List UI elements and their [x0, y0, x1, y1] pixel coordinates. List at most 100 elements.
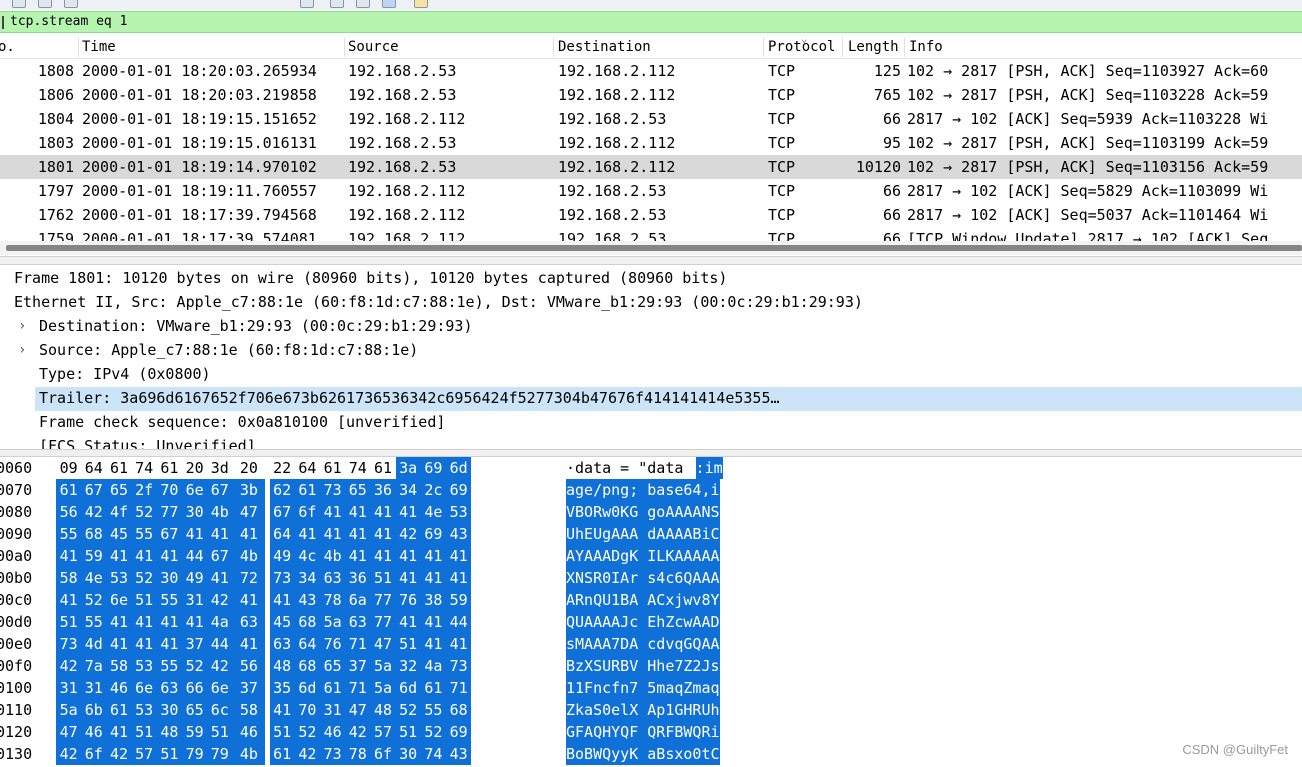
hex-byte[interactable]: 42: [345, 721, 371, 743]
hex-byte[interactable]: 6d: [294, 677, 320, 699]
hex-byte[interactable]: 31: [81, 677, 107, 699]
hex-ascii-selected[interactable]: sMAAA7DA cdvqGQAA: [566, 633, 720, 655]
hex-byte[interactable]: 41: [370, 501, 396, 523]
packet-row[interactable]: 1759 2000-01-01 18:17:39.574081 192.168.…: [0, 227, 1302, 241]
hex-byte[interactable]: 41: [207, 567, 233, 589]
hex-byte[interactable]: 47: [56, 721, 82, 743]
hex-byte[interactable]: 41: [106, 721, 132, 743]
hex-byte[interactable]: 55: [131, 523, 157, 545]
scrollbar-thumb[interactable]: [6, 245, 1302, 251]
display-filter-input[interactable]: [10, 14, 1210, 30]
hex-row[interactable]: 0090 55 68 45 55 67 41 41 41 64 41 41 41 41 42 69 43 UhEU…: [0, 523, 1302, 545]
detail-item-fcs[interactable]: Frame check sequence: 0x0a810100 [unveri…: [0, 411, 1302, 435]
hex-byte[interactable]: 62: [269, 479, 295, 501]
hex-byte[interactable]: 6b: [81, 699, 107, 721]
hex-byte[interactable]: 61: [106, 457, 131, 479]
hex-row[interactable]: 00f0 42 7a 58 53 55 52 42 56 48 68 65 37 5a 32 4a 73 BzXS…: [0, 655, 1302, 677]
column-separator[interactable]: [344, 38, 345, 57]
hex-byte[interactable]: 4e: [81, 567, 107, 589]
hex-byte[interactable]: 74: [345, 457, 370, 479]
hex-byte[interactable]: 41: [420, 611, 446, 633]
hex-ascii-selected[interactable]: VBORw0KG goAAAANS: [566, 501, 720, 523]
hex-byte[interactable]: 51: [156, 743, 182, 765]
hex-byte[interactable]: 41: [207, 523, 233, 545]
hex-byte[interactable]: 3d: [207, 457, 232, 479]
hex-byte[interactable]: 41: [106, 545, 132, 567]
hex-byte[interactable]: 41: [106, 633, 132, 655]
hex-ascii-selected[interactable]: BzXSURBV Hhe7Z2Js: [566, 655, 720, 677]
hex-byte[interactable]: 68: [294, 611, 320, 633]
hex-byte[interactable]: 41: [182, 611, 208, 633]
hex-byte[interactable]: 41: [370, 523, 396, 545]
hex-byte[interactable]: 65: [345, 479, 371, 501]
hex-byte[interactable]: 67: [81, 479, 107, 501]
hex-byte[interactable]: 64: [81, 457, 106, 479]
hex-byte[interactable]: 44: [207, 633, 233, 655]
packet-row[interactable]: 1804 2000-01-01 18:19:15.151652 192.168.…: [0, 107, 1302, 131]
hex-byte[interactable]: 77: [156, 501, 182, 523]
hex-byte[interactable]: 41: [320, 501, 346, 523]
hex-byte[interactable]: 41: [269, 699, 295, 721]
hex-byte[interactable]: 70: [294, 699, 320, 721]
hex-byte[interactable]: 4c: [294, 545, 320, 567]
hex-byte[interactable]: 61: [320, 677, 346, 699]
hex-byte[interactable]: 2f: [131, 479, 157, 501]
hex-byte[interactable]: 61: [370, 457, 395, 479]
hex-byte[interactable]: 73: [320, 743, 346, 765]
hex-byte[interactable]: 52: [420, 721, 446, 743]
chevron-right-icon[interactable]: ›: [18, 342, 26, 358]
hex-byte[interactable]: 74: [132, 457, 157, 479]
hex-byte[interactable]: 67: [207, 479, 233, 501]
hex-byte[interactable]: 4d: [81, 633, 107, 655]
hex-byte[interactable]: 69: [446, 721, 472, 743]
close-file-icon[interactable]: [64, 0, 78, 8]
hex-byte[interactable]: 59: [182, 721, 208, 743]
hex-byte[interactable]: 41: [395, 545, 421, 567]
hex-byte[interactable]: 3a: [395, 457, 421, 479]
hex-byte[interactable]: 71: [345, 633, 371, 655]
hex-byte[interactable]: 78: [345, 743, 371, 765]
hex-byte[interactable]: 63: [345, 611, 371, 633]
chevron-right-icon[interactable]: ›: [18, 318, 26, 334]
hex-byte[interactable]: 41: [232, 589, 266, 611]
hex-ascii-selected[interactable]: age/png; base64,i: [566, 479, 720, 501]
hex-byte[interactable]: 47: [370, 633, 396, 655]
hex-byte[interactable]: 4b: [320, 545, 346, 567]
hex-byte[interactable]: 58: [232, 699, 266, 721]
hex-byte[interactable]: 51: [395, 721, 421, 743]
hex-byte[interactable]: 42: [395, 523, 421, 545]
hex-byte[interactable]: 61: [56, 479, 82, 501]
hex-byte[interactable]: 64: [294, 633, 320, 655]
hex-byte[interactable]: 73: [269, 567, 295, 589]
hex-byte[interactable]: 55: [56, 523, 82, 545]
hex-row[interactable]: 0070 61 67 65 2f 70 6e 67 3b 62 61 73 65 36 34 2c 69 age/…: [0, 479, 1302, 501]
detail-item-destination[interactable]: › Destination: VMware_b1:29:93 (00:0c:29…: [0, 315, 1302, 339]
hex-byte[interactable]: 41: [232, 523, 266, 545]
hex-row[interactable]: 00a0 41 59 41 41 41 44 67 4b 49 4c 4b 41 41 41 41 41 AYAA…: [0, 545, 1302, 567]
hex-byte[interactable]: 31: [182, 589, 208, 611]
hex-byte[interactable]: 5a: [56, 699, 82, 721]
hex-byte[interactable]: 56: [56, 501, 82, 523]
hex-byte[interactable]: 56: [232, 655, 266, 677]
hex-row[interactable]: 0100 31 31 46 6e 63 66 6e 37 35 6d 61 71 5a 6d 61 71 11Fn…: [0, 677, 1302, 699]
hex-byte[interactable]: 41: [345, 501, 371, 523]
column-header-source[interactable]: Source: [348, 39, 399, 55]
hex-byte[interactable]: 6e: [207, 677, 233, 699]
detail-item-fcs-status[interactable]: [FCS Status: Unverified]: [0, 435, 1302, 449]
hex-row[interactable]: 00c0 41 52 6e 51 55 31 42 41 41 43 78 6a 77 76 38 59 ARnQ…: [0, 589, 1302, 611]
hex-byte[interactable]: 42: [56, 743, 82, 765]
hex-byte[interactable]: 36: [370, 479, 396, 501]
hex-byte[interactable]: 6f: [81, 743, 107, 765]
column-header-length[interactable]: Length: [848, 39, 899, 55]
hex-byte[interactable]: 52: [81, 589, 107, 611]
hex-byte[interactable]: 41: [395, 611, 421, 633]
hex-byte[interactable]: 70: [156, 479, 182, 501]
packet-row[interactable]: 1806 2000-01-01 18:20:03.219858 192.168.…: [0, 83, 1302, 107]
hex-byte[interactable]: 61: [106, 699, 132, 721]
detail-item-ethernet[interactable]: Ethernet II, Src: Apple_c7:88:1e (60:f8:…: [0, 291, 1302, 315]
hex-byte[interactable]: 79: [207, 743, 233, 765]
hex-byte[interactable]: 67: [156, 523, 182, 545]
hex-row[interactable]: 0060 09 64 61 74 61 20 3d 20 22 64 61 74 61 3a 69 6d ·dat…: [0, 457, 1302, 479]
hex-ascii-selected[interactable]: QUAAAAJc EhZcwAAD: [566, 611, 720, 633]
hex-byte[interactable]: 65: [320, 655, 346, 677]
